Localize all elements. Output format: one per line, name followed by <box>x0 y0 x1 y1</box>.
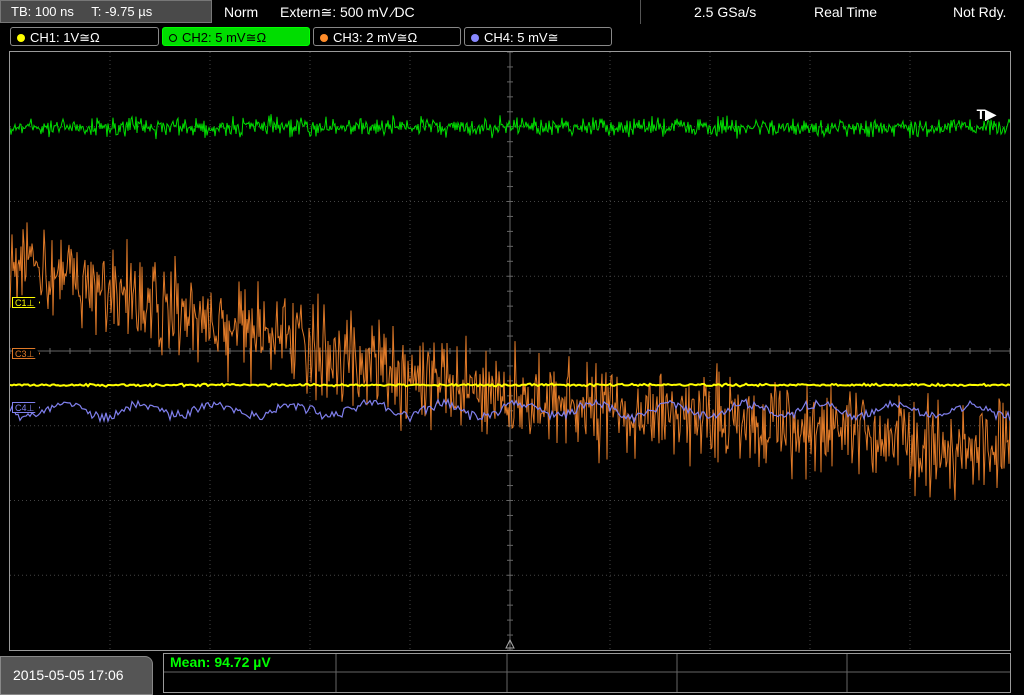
ch3-marker-label: C3 <box>15 349 27 359</box>
channel-bar: CH1: 1V≅Ω CH2: 5 mV≅Ω CH3: 2 mV≅Ω CH4: 5… <box>0 27 1024 48</box>
channel-4-label: CH4: 5 mV≅ <box>484 30 559 45</box>
timebase-box[interactable]: TB: 100 ns T: -9.75 µs <box>0 0 212 23</box>
trigger-mode[interactable]: Norm <box>224 0 258 24</box>
ch4-marker-label: C4 <box>15 403 27 413</box>
measurement-panel[interactable]: Mean: 94.72 µV <box>163 653 1011 693</box>
channel-1-button[interactable]: CH1: 1V≅Ω <box>10 27 159 46</box>
ch3-color-dot <box>320 33 328 42</box>
measurement-grid <box>164 654 1010 692</box>
channel-1-label: CH1: 1V≅Ω <box>30 30 100 45</box>
ch2-color-dot <box>169 33 177 42</box>
trigger-time-label: T: -9.75 µs <box>91 4 153 19</box>
channel-2-button[interactable]: CH2: 5 mV≅Ω <box>162 27 310 46</box>
channel-3-button[interactable]: CH3: 2 mV≅Ω <box>313 27 461 46</box>
top-status-bar: TB: 100 ns T: -9.75 µs Norm Extern≅: 500… <box>0 0 1024 24</box>
ch4-color-dot <box>471 33 479 42</box>
trigger-status: Not Rdy. <box>953 4 1007 20</box>
sample-rate: 2.5 GSa/s <box>694 4 757 20</box>
graticule <box>10 52 1010 650</box>
waveform-display[interactable]: T▶ <box>9 51 1011 651</box>
ch1-marker-label: C1 <box>15 298 27 308</box>
acquisition-mode: Real Time <box>814 4 878 20</box>
channel-2-label: CH2: 5 mV≅Ω <box>182 30 267 45</box>
ch1-offset-marker[interactable]: C1⊥ <box>12 297 41 308</box>
datetime-display: 2015-05-05 17:06 <box>0 656 153 695</box>
divider <box>640 0 641 24</box>
channel-4-button[interactable]: CH4: 5 mV≅ <box>464 27 612 46</box>
waveform-canvas <box>10 52 1010 650</box>
ch4-offset-marker[interactable]: C4⊥ <box>12 402 41 413</box>
trigger-offset-icon: T▶ <box>976 106 996 122</box>
ch3-offset-marker[interactable]: C3⊥ <box>12 348 41 359</box>
ch1-color-dot <box>17 33 25 42</box>
channel-3-label: CH3: 2 mV≅Ω <box>333 30 418 45</box>
timebase-label: TB: 100 ns <box>11 4 74 19</box>
trigger-source[interactable]: Extern≅: 500 mV ⁄DC <box>280 0 415 24</box>
